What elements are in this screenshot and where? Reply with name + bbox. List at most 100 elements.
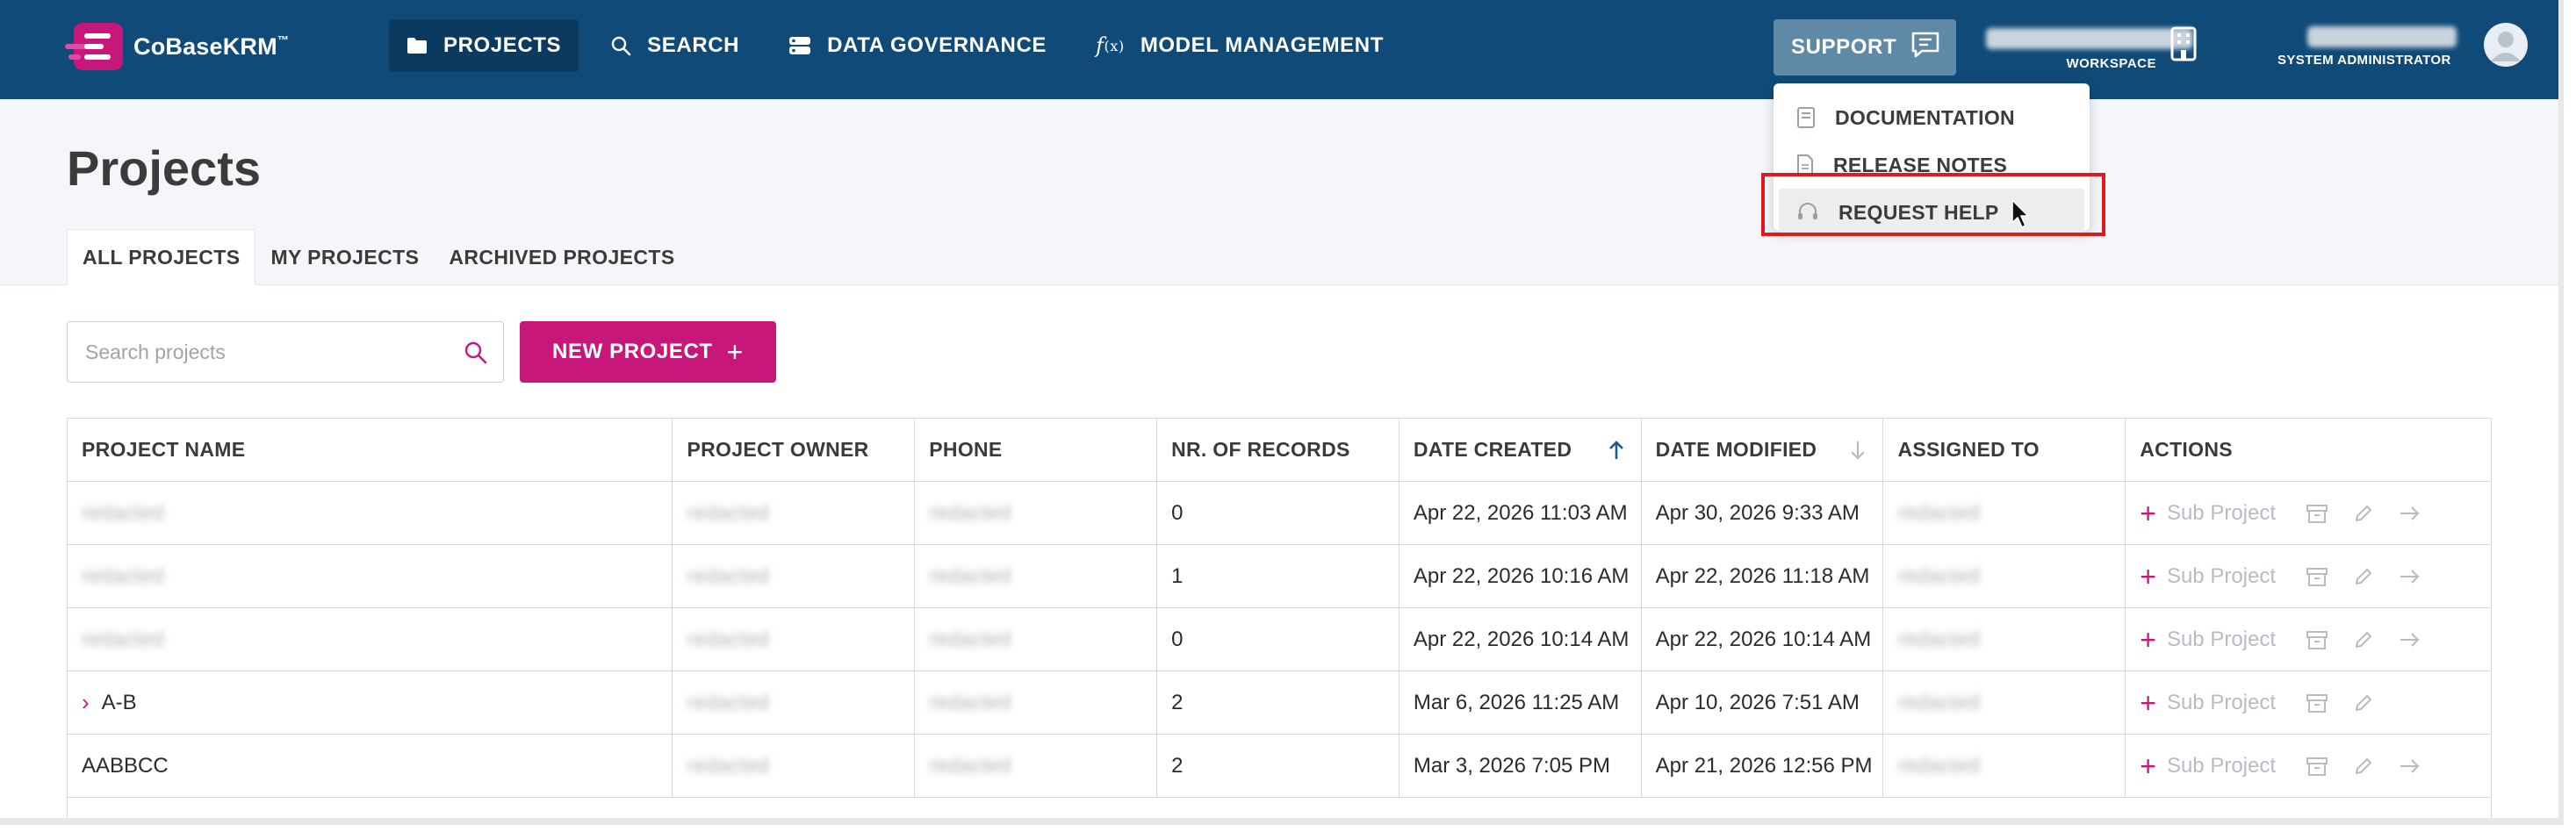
archive-icon[interactable] (2306, 566, 2328, 587)
add-sub-project-button[interactable]: Sub Project (2167, 501, 2276, 526)
records-cell: 2 (1157, 735, 1400, 797)
database-icon (788, 36, 811, 55)
add-sub-project-button[interactable]: Sub Project (2167, 564, 2276, 589)
actions-cell: + Sub Project (2126, 545, 2491, 607)
project-name[interactable]: A-B (102, 691, 137, 715)
search-icon (610, 35, 631, 56)
add-sub-project-button[interactable]: Sub Project (2167, 628, 2276, 652)
plus-icon[interactable]: + (2140, 752, 2156, 780)
redacted-text: redacted (929, 500, 1011, 525)
arrow-right-icon[interactable] (2399, 631, 2421, 649)
redacted-text: redacted (687, 563, 769, 588)
plus-icon[interactable]: + (2140, 689, 2156, 717)
assigned-to-cell: redacted (1883, 545, 2126, 607)
column-header-project-name[interactable]: PROJECT NAME (68, 419, 673, 481)
column-header-date-modified[interactable]: DATE MODIFIED (1642, 419, 1884, 481)
tab-my-projects[interactable]: MY PROJECTS (255, 229, 434, 285)
edit-icon[interactable] (2353, 756, 2374, 777)
table-row-partial (68, 798, 2491, 818)
column-header-records[interactable]: NR. OF RECORDS (1157, 419, 1400, 481)
add-sub-project-button[interactable]: Sub Project (2167, 691, 2276, 715)
assigned-to-cell: redacted (1883, 608, 2126, 671)
building-icon (2170, 26, 2197, 66)
date-created-cell: Mar 3, 2026 7:05 PM (1400, 735, 1642, 797)
date-created-cell: Apr 22, 2026 10:16 AM (1400, 545, 1642, 607)
arrow-right-icon[interactable] (2399, 505, 2421, 522)
arrow-right-icon[interactable] (2399, 757, 2421, 775)
table-row[interactable]: redacted redacted redacted 0 Apr 22, 202… (68, 482, 2491, 545)
redacted-text: redacted (1897, 690, 1980, 714)
function-icon: f (x) (1096, 33, 1125, 58)
redacted-text: redacted (82, 500, 164, 525)
records-cell: 0 (1157, 482, 1400, 544)
table-row[interactable]: redacted redacted redacted 0 Apr 22, 202… (68, 608, 2491, 671)
table-row[interactable]: redacted redacted redacted 1 Apr 22, 202… (68, 545, 2491, 608)
archive-icon[interactable] (2306, 756, 2328, 777)
plus-icon[interactable]: + (2140, 499, 2156, 527)
sort-descending-icon[interactable] (1849, 440, 1867, 461)
edit-icon[interactable] (2353, 503, 2374, 524)
chat-icon (1910, 31, 1940, 65)
search-box (67, 321, 504, 383)
workspace-name-redacted (1986, 28, 2193, 49)
phone-cell: redacted (915, 608, 1158, 671)
project-owner-cell: redacted (673, 608, 916, 671)
archive-icon[interactable] (2306, 692, 2328, 714)
main-nav: PROJECTS SEARCH DATA GOVERNANCE f (x) MOD… (389, 19, 1415, 72)
project-owner-cell: redacted (673, 545, 916, 607)
phone-cell: redacted (915, 671, 1158, 734)
project-name-cell[interactable]: redacted (68, 545, 673, 607)
table-row[interactable]: AABBCC redacted redacted 2 Mar 3, 2026 7… (68, 735, 2491, 798)
table-row[interactable]: › A-B redacted redacted 2 Mar 6, 2026 11… (68, 671, 2491, 735)
avatar[interactable] (2484, 23, 2528, 67)
plus-icon[interactable]: + (2140, 626, 2156, 654)
project-owner-cell: redacted (673, 482, 916, 544)
edit-icon[interactable] (2353, 629, 2374, 650)
nav-data-governance[interactable]: DATA GOVERNANCE (771, 19, 1064, 72)
actions-cell: + Sub Project (2126, 735, 2491, 797)
edit-icon[interactable] (2353, 566, 2374, 587)
nav-search[interactable]: SEARCH (593, 19, 757, 72)
chevron-right-icon[interactable]: › (82, 689, 90, 716)
edit-icon[interactable] (2353, 692, 2374, 714)
add-sub-project-button[interactable]: Sub Project (2167, 754, 2276, 778)
app-name: CoBaseKRM™ (133, 32, 290, 60)
new-project-button[interactable]: NEW PROJECT + (520, 321, 776, 383)
project-name-cell[interactable]: AABBCC (68, 735, 673, 797)
redacted-text: redacted (687, 500, 769, 525)
workspace-switcher[interactable]: WORKSPACE (1986, 26, 2197, 74)
plus-icon[interactable]: + (2140, 563, 2156, 591)
nav-model-management[interactable]: f (x) MODEL MANAGEMENT (1078, 19, 1401, 72)
column-header-phone[interactable]: PHONE (915, 419, 1158, 481)
column-header-date-created[interactable]: DATE CREATED (1400, 419, 1642, 481)
search-input[interactable] (68, 322, 436, 382)
archive-icon[interactable] (2306, 503, 2328, 524)
nav-projects[interactable]: PROJECTS (389, 19, 579, 72)
redacted-text: redacted (1897, 500, 1980, 525)
user-menu[interactable]: SYSTEM ADMINISTRATOR (2277, 23, 2528, 75)
phone-cell: redacted (915, 545, 1158, 607)
project-name-cell[interactable]: redacted (68, 482, 673, 544)
archive-icon[interactable] (2306, 629, 2328, 650)
sort-ascending-icon[interactable] (1608, 440, 1625, 461)
menu-item-documentation[interactable]: DOCUMENTATION (1774, 94, 2090, 141)
phone-cell: redacted (915, 735, 1158, 797)
support-button[interactable]: SUPPORT (1774, 19, 1956, 75)
logo-icon (65, 23, 123, 70)
user-role: SYSTEM ADMINISTRATOR (2277, 53, 2451, 68)
mouse-cursor-icon (2011, 198, 2032, 234)
app-logo[interactable]: CoBaseKRM™ (65, 23, 289, 70)
column-header-project-owner[interactable]: PROJECT OWNER (673, 419, 916, 481)
arrow-right-icon[interactable] (2399, 568, 2421, 585)
project-owner-cell: redacted (673, 671, 916, 734)
search-icon[interactable] (463, 340, 489, 370)
tab-archived-projects[interactable]: ARCHIVED PROJECTS (434, 229, 689, 285)
project-name[interactable]: AABBCC (82, 754, 169, 778)
project-name-cell[interactable]: redacted (68, 608, 673, 671)
project-name-cell[interactable]: › A-B (68, 671, 673, 734)
page-title: Projects (67, 140, 261, 196)
date-modified-cell: Apr 30, 2026 9:33 AM (1642, 482, 1884, 544)
assigned-to-cell: redacted (1883, 735, 2126, 797)
tab-all-projects[interactable]: ALL PROJECTS (67, 229, 256, 285)
column-header-assigned-to[interactable]: ASSIGNED TO (1883, 419, 2126, 481)
